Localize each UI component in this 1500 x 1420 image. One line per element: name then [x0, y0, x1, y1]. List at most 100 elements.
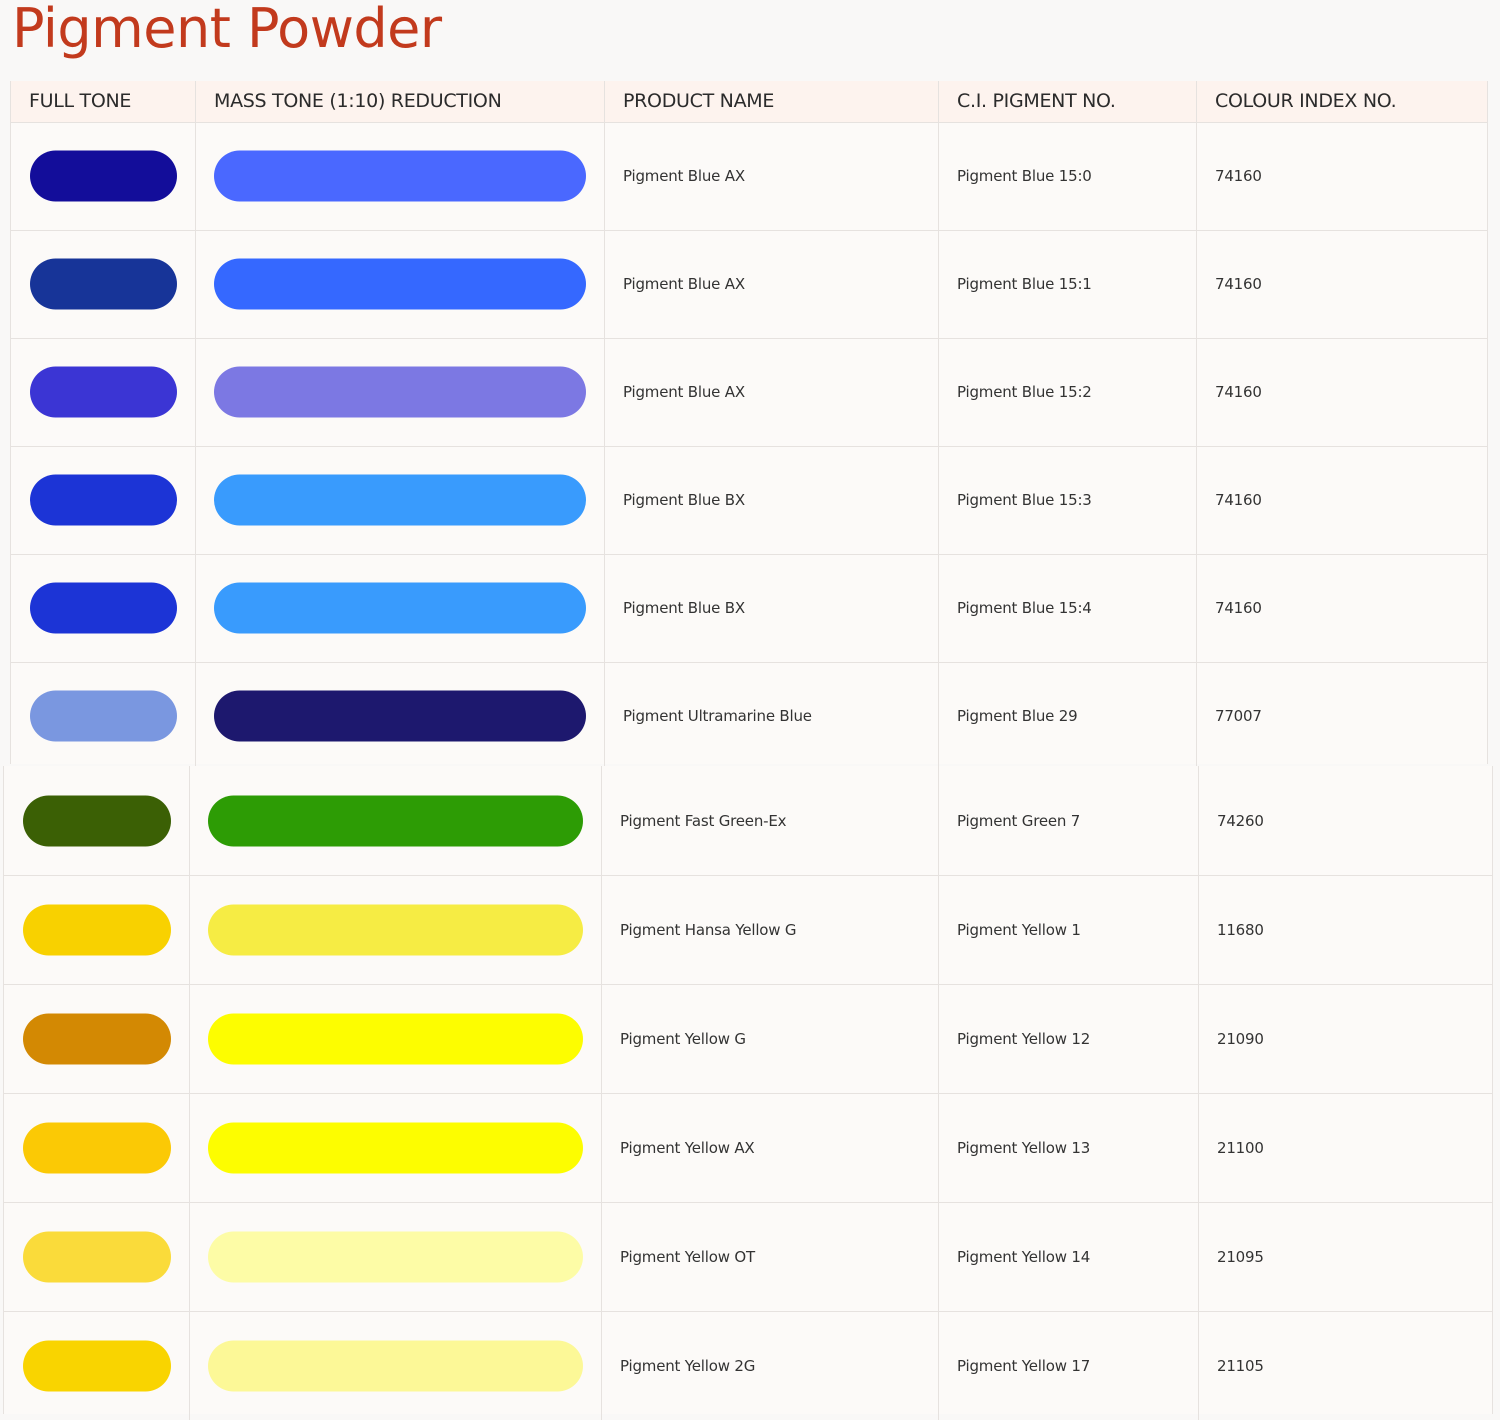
- header-product-name: PRODUCT NAME: [605, 81, 939, 122]
- table-row: Pigment Blue AX Pigment Blue 15:1 74160: [11, 230, 1487, 339]
- full-tone-cell: [4, 1202, 190, 1311]
- full-tone-cell: [11, 122, 196, 230]
- full-tone-swatch: [30, 582, 177, 634]
- colour-index-no-cell: 21090: [1217, 1029, 1264, 1048]
- mass-tone-swatch: [208, 1013, 583, 1064]
- colour-index-no-cell: 74260: [1217, 811, 1264, 830]
- mass-tone-cell: [190, 1311, 602, 1420]
- colour-index-no-cell: 74160: [1215, 275, 1262, 293]
- table-row: Pigment Blue BX Pigment Blue 15:3 74160: [11, 446, 1487, 555]
- colour-index-no-cell: 11680: [1217, 920, 1264, 939]
- product-name-cell: Pigment Blue AX: [605, 122, 939, 230]
- full-tone-swatch: [23, 795, 171, 846]
- full-tone-cell: [11, 554, 196, 662]
- colour-index-no-cell: 21100: [1217, 1138, 1264, 1157]
- colour-index-no-cell: 21105: [1217, 1356, 1264, 1375]
- ci-pigment-no-cell: Pigment Yellow 17: [939, 1311, 1199, 1420]
- table-row: Pigment Yellow 2G Pigment Yellow 17 21105: [4, 1311, 1492, 1420]
- full-tone-cell: [4, 875, 190, 984]
- product-name-cell: Pigment Blue AX: [605, 338, 939, 446]
- mass-tone-swatch: [214, 366, 586, 418]
- table-row: Pigment Blue AX Pigment Blue 15:0 74160: [11, 122, 1487, 231]
- mass-tone-cell: [190, 984, 602, 1093]
- ci-pigment-no-cell: Pigment Blue 15:1: [939, 230, 1197, 338]
- mass-tone-swatch: [208, 1231, 583, 1282]
- pigment-table-upper: FULL TONE MASS TONE (1:10) REDUCTION PRO…: [10, 81, 1488, 770]
- full-tone-swatch: [23, 904, 171, 955]
- header-full-tone: FULL TONE: [11, 81, 196, 122]
- mass-tone-cell: [196, 554, 605, 662]
- table-row: Pigment Hansa Yellow G Pigment Yellow 1 11…: [4, 875, 1492, 985]
- mass-tone-cell: [196, 662, 605, 770]
- product-name-cell: Pigment Yellow OT: [602, 1202, 939, 1311]
- ci-pigment-no-cell: Pigment Blue 15:3: [939, 446, 1197, 554]
- mass-tone-swatch: [214, 474, 586, 526]
- full-tone-swatch: [30, 366, 177, 418]
- full-tone-cell: [4, 766, 190, 875]
- header-mass-tone: MASS TONE (1:10) REDUCTION: [196, 81, 605, 122]
- ci-pigment-no-cell: Pigment Blue 15:0: [939, 122, 1197, 230]
- mass-tone-swatch: [208, 904, 583, 955]
- header-colour-index-no: COLOUR INDEX NO.: [1215, 90, 1397, 112]
- mass-tone-cell: [190, 1202, 602, 1311]
- product-name-cell: Pigment Yellow G: [602, 984, 939, 1093]
- mass-tone-cell: [190, 1093, 602, 1202]
- full-tone-cell: [11, 662, 196, 770]
- mass-tone-cell: [196, 122, 605, 230]
- full-tone-swatch: [30, 258, 177, 310]
- full-tone-cell: [4, 1093, 190, 1202]
- ci-pigment-no-cell: Pigment Yellow 1: [939, 875, 1199, 984]
- table-row: Pigment Yellow AX Pigment Yellow 13 21100: [4, 1093, 1492, 1203]
- colour-index-no-cell: 77007: [1215, 707, 1262, 725]
- mass-tone-swatch: [214, 150, 586, 202]
- ci-pigment-no-cell: Pigment Green 7: [939, 766, 1199, 875]
- full-tone-swatch: [23, 1122, 171, 1173]
- full-tone-cell: [4, 1311, 190, 1420]
- product-name-cell: Pigment Yellow 2G: [602, 1311, 939, 1420]
- product-name-cell: Pigment Blue BX: [605, 554, 939, 662]
- mass-tone-cell: [196, 230, 605, 338]
- colour-index-no-cell: 74160: [1215, 167, 1262, 185]
- full-tone-cell: [4, 984, 190, 1093]
- full-tone-cell: [11, 338, 196, 446]
- table-row: Pigment Ultramarine Blue Pigment Blue 29 7…: [11, 662, 1487, 770]
- ci-pigment-no-cell: Pigment Blue 15:4: [939, 554, 1197, 662]
- ci-pigment-no-cell: Pigment Blue 29: [939, 662, 1197, 770]
- mass-tone-swatch: [214, 258, 586, 310]
- product-name-cell: Pigment Blue AX: [605, 230, 939, 338]
- full-tone-swatch: [23, 1013, 171, 1064]
- mass-tone-swatch: [208, 1122, 583, 1173]
- product-name-cell: Pigment Hansa Yellow G: [602, 875, 939, 984]
- product-name-cell: Pigment Fast Green-Ex: [602, 766, 939, 875]
- table-row: Pigment Yellow OT Pigment Yellow 14 21095: [4, 1202, 1492, 1312]
- ci-pigment-no-cell: Pigment Yellow 14: [939, 1202, 1199, 1311]
- full-tone-swatch: [30, 474, 177, 526]
- table-row: Pigment Blue AX Pigment Blue 15:2 74160: [11, 338, 1487, 447]
- mass-tone-cell: [190, 875, 602, 984]
- colour-index-no-cell: 21095: [1217, 1247, 1264, 1266]
- colour-index-no-cell: 74160: [1215, 599, 1262, 617]
- ci-pigment-no-cell: Pigment Yellow 12: [939, 984, 1199, 1093]
- mass-tone-swatch: [214, 582, 586, 634]
- mass-tone-swatch: [214, 690, 586, 742]
- mass-tone-cell: [190, 766, 602, 875]
- pigment-table: FULL TONE MASS TONE (1:10) REDUCTION PRO…: [0, 0, 1500, 1420]
- product-name-cell: Pigment Blue BX: [605, 446, 939, 554]
- header-ci-pigment-no: C.I. PIGMENT NO.: [939, 81, 1197, 122]
- mass-tone-cell: [196, 446, 605, 554]
- full-tone-swatch: [23, 1231, 171, 1282]
- mass-tone-swatch: [208, 795, 583, 846]
- product-name-cell: Pigment Ultramarine Blue: [605, 662, 939, 770]
- table-header-row: FULL TONE MASS TONE (1:10) REDUCTION PRO…: [11, 81, 1487, 123]
- table-row: Pigment Blue BX Pigment Blue 15:4 74160: [11, 554, 1487, 663]
- colour-index-no-cell: 74160: [1215, 491, 1262, 509]
- colour-index-no-cell: 74160: [1215, 383, 1262, 401]
- ci-pigment-no-cell: Pigment Yellow 13: [939, 1093, 1199, 1202]
- table-row: Pigment Yellow G Pigment Yellow 12 21090: [4, 984, 1492, 1094]
- full-tone-swatch: [30, 150, 177, 202]
- ci-pigment-no-cell: Pigment Blue 15:2: [939, 338, 1197, 446]
- full-tone-cell: [11, 446, 196, 554]
- full-tone-cell: [11, 230, 196, 338]
- full-tone-swatch: [23, 1340, 171, 1391]
- table-row: Pigment Fast Green-Ex Pigment Green 7 7426…: [4, 766, 1492, 876]
